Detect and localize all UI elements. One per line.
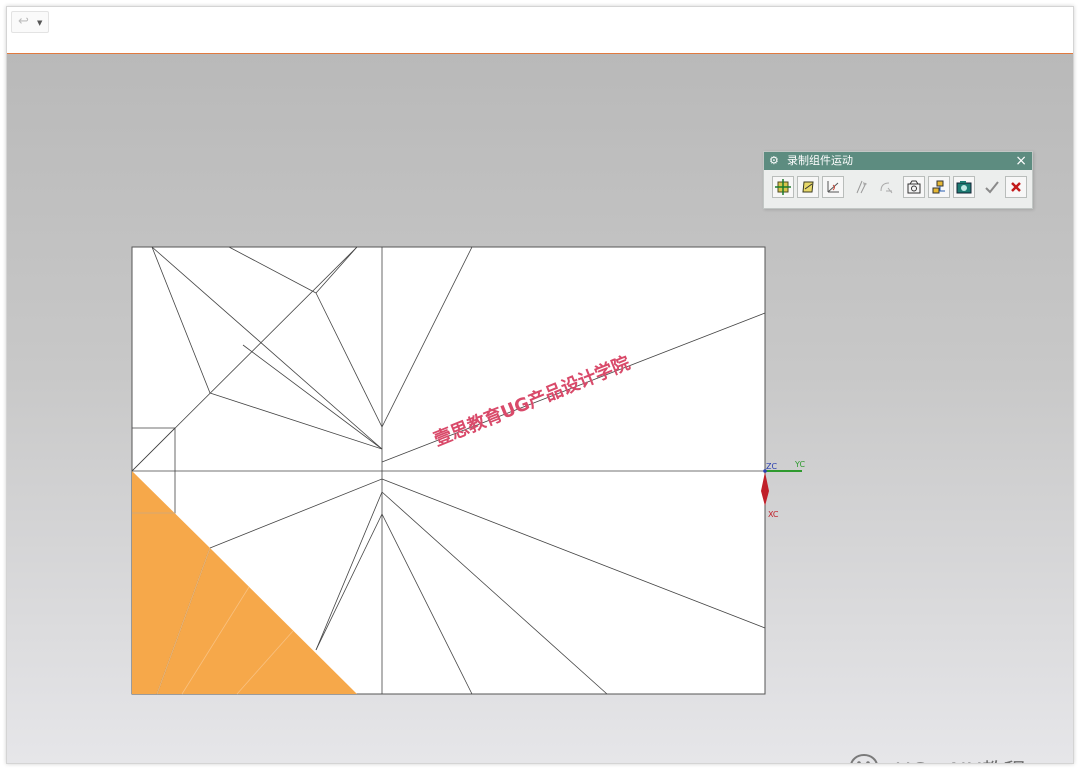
step-icon [880,182,893,194]
capture-image-icon [956,181,972,194]
ok-button[interactable] [981,176,1003,198]
undo-button[interactable]: ↩ ▼ [11,11,49,33]
gear-icon[interactable]: ⚙ [769,152,779,170]
check-icon [985,181,999,194]
move-object-icon [802,181,814,193]
brand-text: UG一NX教程 [895,754,1026,763]
only-move-handle-button[interactable] [822,176,844,198]
y-axis-label: YC [794,460,805,469]
cancel-x-icon [1011,182,1021,192]
cancel-button[interactable] [1005,176,1027,198]
snap-icon [856,180,867,194]
z-axis-label: ZC [766,462,777,471]
component-list-icon [932,180,945,194]
undo-arrow-icon: ↩ [18,14,29,29]
dialog-title: 录制组件运动 [787,154,853,167]
dynamic-snap-button[interactable] [850,176,872,198]
step-move-button[interactable] [875,176,897,198]
graphics-window[interactable]: 壹思教育UG产品设计学院 ZC YC XC ⚙ 录制组件运动 × [7,54,1073,763]
record-camera-button[interactable] [903,176,925,198]
move-component-button[interactable] [772,176,794,198]
dropdown-caret-icon[interactable]: ▼ [37,13,42,33]
close-icon[interactable]: × [1015,152,1027,170]
x-axis-label: XC [768,510,779,519]
dialog-title-bar[interactable]: ⚙ 录制组件运动 × [764,152,1032,170]
component-list-button[interactable] [928,176,950,198]
wechat-icon [850,754,878,763]
move-object-button[interactable] [797,176,819,198]
wcs-triad: ZC YC XC [761,460,805,519]
app-frame: ↩ ▼ 壹思教育UG产品设计学院 ZC YC XC ⚙ 录制组件运动 × [6,6,1074,764]
quick-access-toolbar: ↩ ▼ [7,7,1073,54]
move-component-icon [775,179,791,195]
camera-record-icon [907,180,921,194]
capture-image-button[interactable] [953,176,975,198]
record-component-motion-dialog: ⚙ 录制组件运动 × [763,151,1033,209]
only-move-handle-icon [827,181,839,193]
